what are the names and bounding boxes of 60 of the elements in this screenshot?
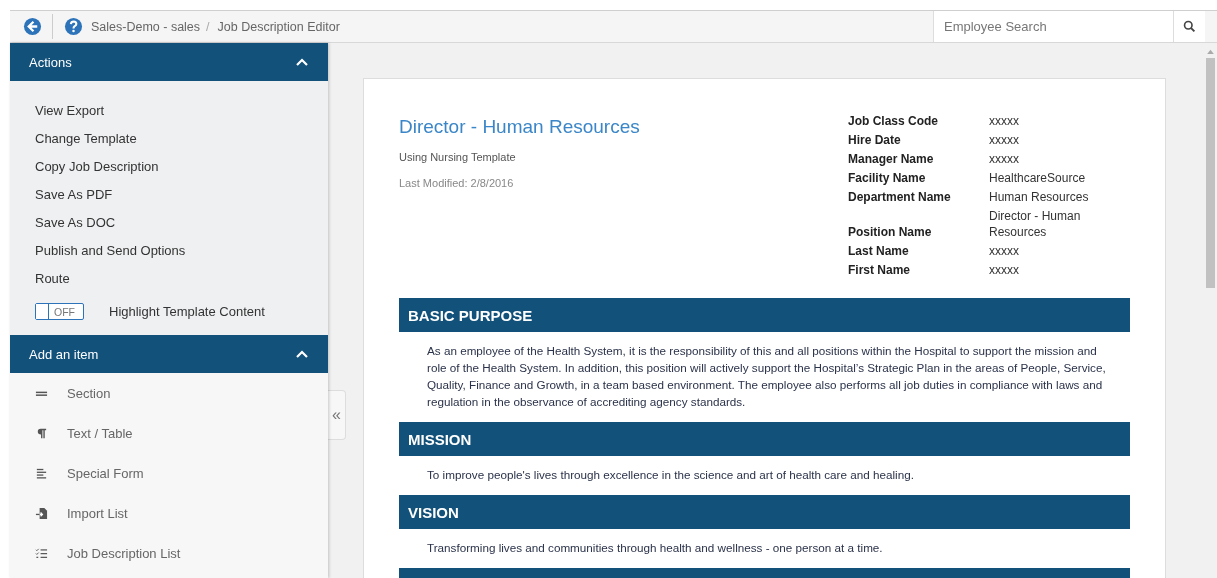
toggle-label: Highlight Template Content: [109, 304, 265, 319]
scrollbar-thumb[interactable]: [1205, 58, 1215, 288]
section-title: MISSION: [408, 430, 472, 448]
field-label: Position Name: [848, 224, 933, 240]
toggle-switch[interactable]: OFF: [35, 303, 84, 320]
panel-title: Add an item: [29, 346, 99, 362]
panel-title: Actions: [29, 54, 72, 70]
field-label: Facility Name: [848, 170, 927, 186]
action-link[interactable]: Change Template: [35, 125, 137, 153]
paragraph-icon: [35, 426, 48, 440]
field-label: Hire Date: [848, 132, 902, 148]
chevron-icon: [296, 350, 308, 358]
last-modified: Last Modified: 2/8/2016: [399, 177, 514, 189]
action-link[interactable]: View Export: [35, 97, 105, 125]
field-label: Last Name: [848, 243, 910, 259]
add-item-option[interactable]: Text / Table: [10, 413, 328, 453]
back-icon[interactable]: [23, 17, 42, 36]
field-value: xxxxx: [989, 262, 1020, 278]
document-title: Director - Human Resources: [399, 116, 640, 138]
section-text: To improve people's lives through excellence in the science and art of health care and healing.: [426, 467, 915, 483]
help-icon[interactable]: [64, 17, 83, 36]
field-value: HealthcareSource: [989, 170, 1087, 186]
field-value: xxxxx: [989, 151, 1020, 167]
add-item-option[interactable]: Import List: [10, 493, 328, 533]
section-title: VISION: [408, 503, 459, 521]
panel-header[interactable]: Actions: [10, 43, 328, 81]
action-link[interactable]: Save As DOC: [35, 209, 116, 237]
chevron-icon: [296, 58, 308, 66]
action-link[interactable]: Publish and Send Options: [35, 237, 186, 265]
align-left-icon: [35, 466, 48, 480]
breadcrumb-link[interactable]: Sales-Demo - sales: [91, 19, 201, 34]
checklist-icon: [35, 546, 48, 560]
field-value: xxxxx: [989, 113, 1020, 129]
scroll-up-icon: [1206, 49, 1214, 54]
search-icon: [1183, 20, 1196, 33]
breadcrumb-separator: /: [206, 19, 210, 34]
template-name: Using Nursing Template: [399, 151, 516, 163]
field-label: Job Class Code: [848, 113, 940, 129]
add-item-option[interactable]: Section: [10, 373, 328, 413]
action-link[interactable]: Save As PDF: [35, 181, 113, 209]
field-label: Department Name: [848, 189, 952, 205]
import-file-icon: [35, 506, 48, 520]
action-link[interactable]: Route: [35, 265, 70, 293]
field-label: First Name: [848, 262, 912, 278]
section-text: As an employee of the Health System, it is the responsibility of this and all positions within the Hospital to support the mission and role of the Health System. In addition, this position will actively support the Hospital’s Strategic Plan in the areas of People, Service, Quality, Finance and Growth, in a team based environment. The employee also performs all job duties in compliance with laws and regulation in the observance of accrediting agency standards.: [426, 343, 1107, 410]
search-button[interactable]: [1173, 11, 1205, 42]
field-value: xxxxx: [989, 243, 1020, 259]
field-label: Manager Name: [848, 151, 935, 167]
search-field[interactable]: Employee Search: [933, 11, 1173, 42]
section-title: BASIC PURPOSE: [408, 306, 533, 324]
breadcrumb-current: Job Description Editor: [217, 19, 340, 34]
scrollbar[interactable]: [1203, 43, 1217, 578]
section-text: Transforming lives and communities through health and wellness - one person at a time.: [426, 540, 884, 556]
add-item-option[interactable]: Job Description List: [10, 533, 328, 573]
panel-header[interactable]: Add an item: [10, 335, 328, 373]
action-link[interactable]: Copy Job Description: [35, 153, 159, 181]
add-item-option[interactable]: Special Form: [10, 453, 328, 493]
field-value: xxxxx: [989, 132, 1020, 148]
collapse-sidebar-button[interactable]: «: [328, 390, 346, 440]
field-value: Human Resources: [989, 189, 1090, 205]
